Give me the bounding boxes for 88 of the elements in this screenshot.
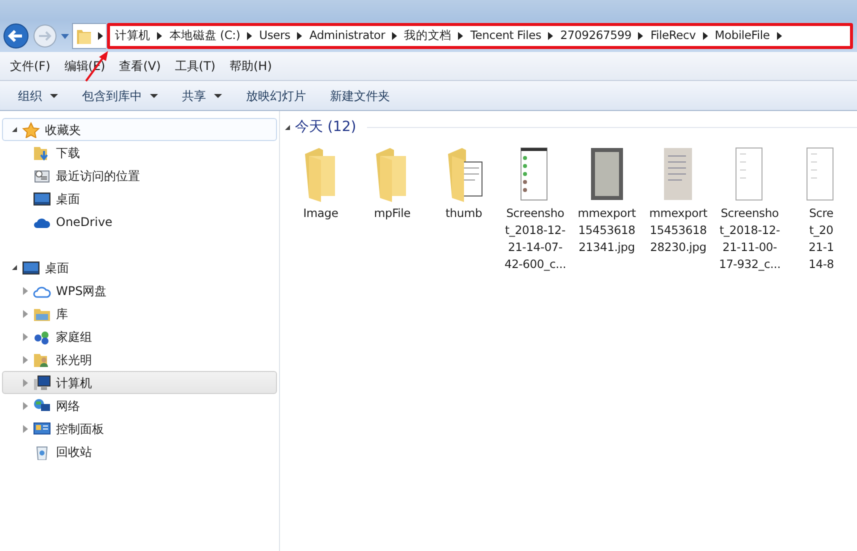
separator-arrow-icon[interactable] (458, 32, 464, 40)
file-name[interactable]: mpFile (374, 205, 411, 222)
tree-label: 最近访问的位置 (56, 168, 140, 184)
homegroup-icon (33, 328, 51, 344)
tree-item[interactable]: WPS网盘 (2, 279, 277, 302)
tree-item[interactable]: 张光明 (2, 348, 277, 371)
tree-item[interactable]: 下载 (2, 141, 277, 164)
tree-label: 控制面板 (56, 420, 104, 438)
collapse-arrow-icon[interactable] (12, 265, 16, 270)
group-header[interactable]: 今天 (12) (295, 116, 356, 138)
separator-arrow-icon[interactable] (157, 32, 162, 40)
breadcrumb-item[interactable]: Users (259, 27, 290, 45)
tree-item[interactable]: 控制面板 (2, 417, 277, 440)
tree-label: 网络 (56, 398, 80, 414)
tree-item[interactable]: 库 (2, 302, 277, 325)
tree-label: 回收站 (56, 444, 92, 460)
breadcrumb-item[interactable]: Tencent Files (470, 27, 542, 45)
tree-label: OneDrive (56, 214, 112, 230)
breadcrumb-item[interactable]: Administrator (309, 27, 386, 45)
dropdown-icon[interactable] (60, 32, 70, 40)
tree-item[interactable]: 计算机 (2, 371, 277, 394)
expand-arrow-icon[interactable] (22, 310, 28, 318)
tree-item[interactable]: 家庭组 (2, 325, 277, 348)
network-icon (33, 398, 51, 414)
breadcrumb-item[interactable]: 本地磁盘 (C:) (169, 27, 240, 45)
breadcrumb-item[interactable]: 计算机 (115, 27, 150, 45)
tree-label: 收藏夹 (45, 122, 81, 138)
separator-arrow-icon[interactable] (638, 32, 644, 40)
file-name[interactable]: thumb (445, 205, 482, 222)
tree-item[interactable]: 回收站 (2, 440, 277, 463)
file-name[interactable]: Scre t_20 21-1 14-8 (808, 205, 834, 273)
separator-arrow-icon[interactable] (702, 32, 708, 40)
file-name[interactable]: mmexport 15453618 28230.jpg (649, 205, 708, 256)
expand-arrow-icon[interactable] (22, 424, 28, 432)
folder-icon (76, 27, 92, 45)
separator-arrow-icon[interactable] (392, 32, 398, 40)
separator-arrow-icon[interactable] (548, 32, 554, 40)
computer-icon (33, 374, 51, 390)
expand-arrow-icon[interactable] (22, 286, 28, 294)
recent-icon (33, 168, 51, 184)
toolbar-button[interactable]: 共享 (174, 84, 230, 106)
toolbar-button[interactable]: 包含到库中 (74, 84, 166, 106)
tree-item[interactable]: 桌面 (2, 187, 277, 210)
separator-arrow-icon[interactable] (297, 32, 302, 40)
star-icon (22, 122, 40, 138)
toolbar-button[interactable]: 新建文件夹 (322, 84, 398, 106)
tree-label: 计算机 (56, 374, 92, 392)
tree-label: 下载 (56, 144, 80, 162)
toolbar-button[interactable]: 放映幻灯片 (238, 84, 314, 106)
menu-item[interactable]: 帮助(H) (222, 57, 279, 75)
expand-arrow-icon[interactable] (22, 402, 28, 410)
breadcrumb-item[interactable]: MobileFile (714, 27, 770, 45)
tree-item[interactable]: 最近访问的位置 (2, 164, 277, 187)
caret-icon (214, 94, 222, 98)
menu-item[interactable]: 查看(V) (112, 57, 168, 75)
file-name[interactable]: Screensho t_2018-12- 21-14-07- 42-600_c... (504, 205, 566, 273)
separator-arrow-icon[interactable] (247, 32, 252, 40)
back-button[interactable] (2, 22, 30, 50)
user-icon (33, 352, 51, 368)
tree-item[interactable]: 网络 (2, 394, 277, 417)
tree-item[interactable]: 桌面 (2, 256, 277, 279)
tree-item[interactable]: OneDrive (2, 210, 277, 233)
tree-label: 库 (56, 306, 68, 322)
desktop-icon (22, 260, 40, 276)
file-name[interactable]: mmexport 15453618 21341.jpg (578, 205, 636, 256)
separator-arrow-icon[interactable] (776, 32, 782, 40)
collapse-arrow-icon[interactable] (12, 127, 16, 132)
expand-arrow-icon[interactable] (22, 332, 28, 340)
control-panel-icon (33, 420, 51, 436)
menu-item[interactable]: 工具(T) (168, 57, 222, 75)
menu-item[interactable]: 文件(F) (3, 57, 58, 75)
tree-label: 桌面 (56, 190, 80, 208)
tree-label: 桌面 (45, 260, 69, 276)
toolbar-button[interactable]: 组织 (10, 84, 66, 106)
tree-label: WPS网盘 (56, 282, 107, 300)
collapse-arrow-icon[interactable] (285, 124, 290, 130)
tree-label: 张光明 (56, 352, 92, 368)
file-name[interactable]: Image (303, 205, 338, 222)
tree-item[interactable]: 收藏夹 (2, 118, 277, 141)
desktop-icon (33, 190, 51, 206)
tree-label: 家庭组 (56, 328, 92, 346)
breadcrumb-item[interactable]: FileRecv (650, 27, 696, 45)
caret-icon (50, 94, 58, 98)
caret-icon (150, 94, 158, 98)
breadcrumb-item[interactable]: 2709267599 (560, 27, 632, 45)
file-name[interactable]: Screensho t_2018-12- 21-11-00- 17-932_c... (718, 205, 781, 273)
expand-arrow-icon[interactable] (22, 356, 28, 364)
breadcrumb-item[interactable]: 我的文档 (404, 27, 452, 45)
